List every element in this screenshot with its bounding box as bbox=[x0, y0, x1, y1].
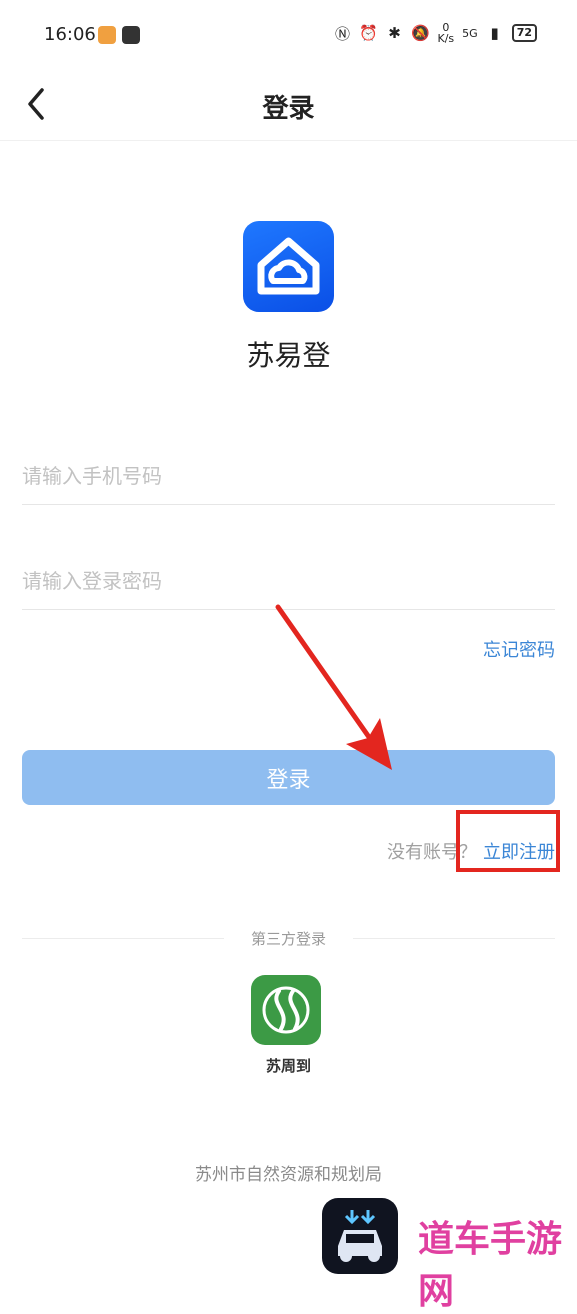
login-button[interactable]: 登录 bbox=[22, 750, 555, 805]
phone-input[interactable] bbox=[22, 448, 555, 504]
alarm-icon: ⏰ bbox=[359, 24, 378, 42]
upload-icon bbox=[122, 26, 140, 44]
suzhoudao-logo-icon bbox=[262, 986, 310, 1034]
signal-icon: ▮ bbox=[490, 24, 499, 42]
nfc-icon: Ⓝ bbox=[334, 24, 350, 43]
annotation-highlight-box bbox=[456, 810, 560, 872]
mute-icon: 🔕 bbox=[411, 24, 430, 42]
third-party-title: 第三方登录 bbox=[250, 930, 326, 948]
suzhoudao-label: 苏周到 bbox=[265, 1057, 311, 1075]
password-input[interactable] bbox=[22, 553, 555, 609]
suzhoudao-login-button[interactable] bbox=[251, 975, 321, 1045]
bluetooth-icon: ✱ bbox=[388, 24, 401, 42]
network-speed: 0 K/s bbox=[437, 21, 455, 45]
status-time: 16:06 bbox=[44, 24, 96, 45]
third-party-divider: 第三方登录 bbox=[22, 928, 555, 948]
status-indicators: Ⓝ ⏰ ✱ 🔕 0 K/s 5G ▮ 72 bbox=[334, 21, 537, 45]
status-bar: 16:06 Ⓝ ⏰ ✱ 🔕 0 K/s 5G ▮ 72 bbox=[0, 0, 577, 70]
network-type: 5G bbox=[462, 26, 478, 40]
app-logo bbox=[243, 221, 334, 312]
page-title: 登录 bbox=[262, 94, 315, 124]
password-field bbox=[22, 553, 555, 610]
phone-field bbox=[22, 448, 555, 505]
watermark-text: 道车手游网 bbox=[418, 1219, 563, 1312]
notification-app-icon bbox=[98, 26, 116, 44]
house-cloud-icon bbox=[257, 237, 320, 295]
nav-bar: 登录 bbox=[0, 70, 577, 141]
app-name: 苏易登 bbox=[246, 339, 331, 372]
battery-indicator: 72 bbox=[511, 24, 537, 42]
footer-org: 苏州市自然资源和规划局 bbox=[195, 1165, 382, 1185]
forgot-password-link[interactable]: 忘记密码 bbox=[483, 636, 555, 662]
watermark-car-icon bbox=[322, 1198, 398, 1274]
